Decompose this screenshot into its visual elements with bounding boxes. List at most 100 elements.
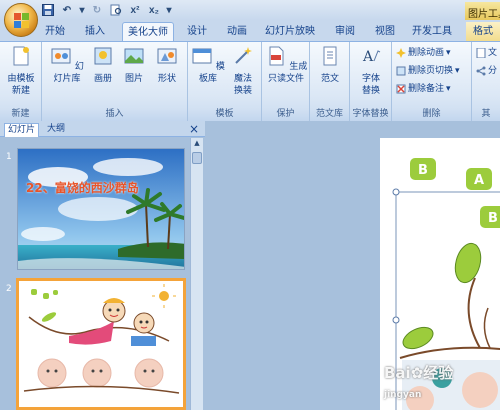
doc-cut-button[interactable]: 文	[476, 46, 497, 60]
undo-dropdown-icon[interactable]: ▾	[78, 3, 86, 18]
beach-picture	[18, 149, 184, 269]
delete-notes-label: 删除备注	[408, 84, 445, 94]
shape-button[interactable]: 形状	[152, 45, 182, 85]
doc-cut-label: 文	[488, 48, 498, 58]
superscript-button[interactable]: x²	[127, 3, 143, 18]
split-button[interactable]: 分	[476, 64, 497, 78]
sample-document-icon	[323, 46, 337, 66]
shape-icon	[157, 48, 177, 64]
slide-number: 2	[6, 284, 12, 294]
subscript-button[interactable]: x₂	[146, 3, 162, 18]
delete-transition-icon	[396, 66, 406, 76]
tab-insert[interactable]: 插入	[80, 22, 110, 41]
font-replace-icon: A	[362, 49, 381, 65]
slide-thumbnail-2[interactable]	[16, 278, 186, 410]
tab-slideshow[interactable]: 幻灯片放映	[262, 22, 318, 41]
delete-animation-button[interactable]: 删除动画 ▾	[396, 46, 451, 60]
group-delete: 删除动画 ▾ 删除页切换 ▾ 删除备注 ▾ 删除	[392, 42, 472, 121]
watermark-text-2: 经验	[423, 364, 454, 382]
delete-notes-icon	[396, 84, 406, 94]
font-replace-label: 字体 替换	[361, 74, 380, 96]
tab-home[interactable]: 开始	[38, 22, 72, 41]
picture-icon	[124, 48, 144, 64]
font-replace-button[interactable]: A 字体 替换	[354, 45, 388, 97]
slide-thumbnail-1[interactable]: 22、富饶的西沙群岛	[17, 148, 185, 270]
sample-button[interactable]: 范文	[314, 45, 346, 85]
group-protect-label: 保护	[262, 107, 309, 121]
group-new-label: 新建	[0, 107, 41, 121]
delete-notes-button[interactable]: 删除备注 ▾	[396, 82, 451, 96]
tab-design[interactable]: 设计	[182, 22, 212, 41]
tab-animation[interactable]: 动画	[222, 22, 252, 41]
magic-replace-button[interactable]: 魔法 换装	[228, 45, 258, 97]
group-new: 由模板 新建 新建	[0, 42, 42, 121]
delete-transition-label: 删除页切换	[408, 66, 454, 76]
tab-review[interactable]: 审阅	[330, 22, 360, 41]
undo-button[interactable]: ↶	[59, 3, 75, 18]
close-panel-button[interactable]: ×	[189, 122, 199, 136]
album-icon	[94, 47, 112, 65]
group-protect: 生成 只读文件 保护	[262, 42, 310, 121]
slide-library-button[interactable]: 幻灯片库	[46, 45, 88, 85]
watermark-text: Bai	[384, 364, 411, 382]
group-font-replace-label: 字体替换	[350, 107, 391, 121]
delete-animation-dropdown-icon: ▾	[446, 48, 451, 58]
cartoon-kids-picture	[19, 281, 183, 407]
svg-text:A: A	[362, 49, 374, 65]
document-icon	[476, 48, 486, 58]
redo-button[interactable]: ↻	[89, 3, 105, 18]
watermark-subtext: jingyan	[384, 390, 422, 400]
tag-a: A	[474, 173, 484, 188]
tab-developer[interactable]: 开发工具	[410, 22, 454, 41]
print-preview-icon[interactable]	[108, 3, 124, 18]
slides-panel: 幻灯片 大纲 × 1 22、富饶的西沙群岛 2 ▲	[0, 121, 205, 410]
scroll-up-icon[interactable]: ▲	[192, 139, 202, 149]
magic-replace-label: 魔法 换装	[233, 74, 252, 96]
group-sample: 范文 范文库	[310, 42, 350, 121]
quick-access-toolbar: ↶ ▾ ↻ x² x₂ ▾	[40, 2, 173, 18]
picture-label: 图片	[124, 74, 143, 84]
slide-editing-area: B A B	[205, 121, 500, 410]
office-logo-icon	[14, 13, 29, 28]
tab-slides[interactable]: 幻灯片	[4, 123, 40, 137]
group-insert-label: 插入	[42, 107, 187, 121]
panel-tabs: 幻灯片 大纲 ×	[0, 121, 205, 137]
picture-tools-context-title: 图片工具	[465, 2, 500, 20]
scrollbar-thumb[interactable]	[192, 152, 202, 164]
tab-view[interactable]: 视图	[370, 22, 400, 41]
group-template-label: 模板	[188, 107, 261, 121]
slide-thumbnail-list: 1 22、富饶的西沙群岛 2	[0, 138, 190, 410]
save-icon[interactable]	[40, 3, 56, 18]
album-label: 画册	[93, 74, 112, 84]
picture-button[interactable]: 图片	[120, 45, 148, 85]
office-button[interactable]	[4, 3, 38, 37]
group-template: 模板库 魔法 换装 模板	[188, 42, 262, 121]
magic-wand-icon	[235, 47, 252, 64]
album-button[interactable]: 画册	[90, 45, 116, 85]
from-template-new-button[interactable]: 由模板 新建	[2, 45, 40, 97]
group-sample-label: 范文库	[310, 107, 349, 121]
thumbnail-scrollbar[interactable]: ▲	[190, 138, 203, 410]
split-label: 分	[488, 66, 498, 76]
baidu-watermark: Bai✿经验 jingyan	[384, 362, 453, 401]
tag-b-2: B	[488, 211, 498, 226]
group-other-label: 其	[472, 107, 500, 121]
group-font-replace: A 字体 替换 字体替换	[350, 42, 392, 121]
generate-readonly-button[interactable]: 生成 只读文件	[264, 45, 308, 85]
tab-beautify-master[interactable]: 美化大师	[122, 22, 174, 41]
tag-b-1: B	[418, 163, 428, 178]
template-library-button[interactable]: 模板库	[190, 45, 226, 85]
group-insert: 幻灯片库 画册 图片 形状 插入	[42, 42, 188, 121]
tab-format[interactable]: 格式	[466, 22, 500, 41]
delete-animation-label: 删除动画	[408, 48, 445, 58]
customize-qat-icon[interactable]: ▾	[165, 3, 173, 18]
from-template-new-label: 由模板 新建	[7, 74, 35, 96]
sample-label: 范文	[320, 74, 339, 84]
delete-animation-icon	[396, 48, 406, 58]
pdf-document-icon	[269, 46, 284, 66]
slide-library-icon	[51, 48, 71, 64]
tab-outline[interactable]: 大纲	[44, 123, 68, 137]
new-document-icon	[13, 46, 29, 66]
ribbon-tabs: 开始 插入 美化大师 设计 动画 幻灯片放映 审阅 视图 开发工具 格式	[0, 20, 500, 41]
delete-transition-button[interactable]: 删除页切换 ▾	[396, 64, 460, 78]
